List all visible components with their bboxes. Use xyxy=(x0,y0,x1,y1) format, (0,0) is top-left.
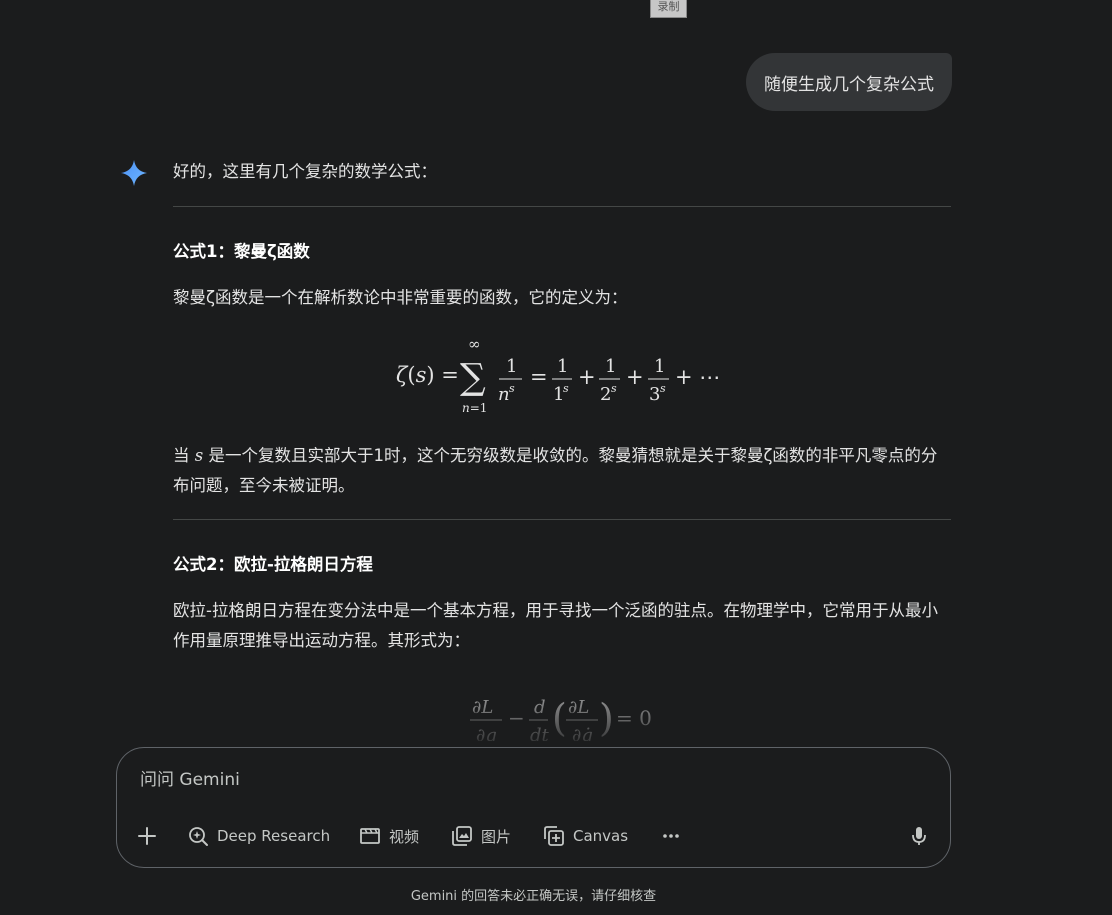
svg-text:∞: ∞ xyxy=(468,335,481,353)
riemann-zeta-formula: ζ(s) = ∞ ∑ n=1 1 n s = 1 1 s + 1 2 s + 1… xyxy=(173,313,951,441)
svg-text:+ ⋯: + ⋯ xyxy=(675,365,720,389)
svg-text:s: s xyxy=(611,382,617,395)
disclaimer-footer: Gemini 的回答未必正确无误，请仔细核查 xyxy=(410,889,657,904)
image-button[interactable]: 图片 xyxy=(451,822,511,850)
svg-text:1: 1 xyxy=(557,356,568,377)
user-message-text: 随便生成几个复杂公式 xyxy=(764,74,934,95)
svg-text:1: 1 xyxy=(605,356,616,377)
formula1-title: 公式1：黎曼ζ函数 xyxy=(173,242,310,261)
response-content: 好的，这里有几个复杂的数学公式： 公式1：黎曼ζ函数 黎曼ζ函数是一个在解析数论… xyxy=(173,157,951,741)
formula2-description: 欧拉-拉格朗日方程在变分法中是一个基本方程，用于寻找一个泛函的驻点。在物理学中，… xyxy=(173,601,938,650)
scroll-fade-overlay xyxy=(173,691,951,741)
svg-text:ζ(s) =: ζ(s) = xyxy=(396,363,459,387)
recording-badge: 录制 xyxy=(650,0,687,18)
video-icon xyxy=(360,828,380,844)
microphone-button[interactable] xyxy=(909,822,929,850)
svg-text:s: s xyxy=(660,382,666,395)
add-button[interactable] xyxy=(137,822,157,850)
prompt-input-box: Deep Research 视频 图片 Canvas xyxy=(116,747,951,868)
svg-text:s: s xyxy=(509,382,515,395)
svg-text:s: s xyxy=(563,382,569,395)
video-button[interactable]: 视频 xyxy=(359,822,419,850)
svg-text:+: + xyxy=(578,365,596,389)
prompt-input[interactable] xyxy=(138,766,902,794)
response-intro: 好的，这里有几个复杂的数学公式： xyxy=(173,162,437,181)
divider xyxy=(173,206,951,207)
gemini-sparkle-icon xyxy=(121,160,147,186)
video-label: 视频 xyxy=(389,827,420,846)
svg-text:=: = xyxy=(530,365,548,389)
deep-research-button[interactable]: Deep Research xyxy=(187,822,330,850)
image-icon xyxy=(452,826,472,846)
user-message-bubble: 随便生成几个复杂公式 xyxy=(746,53,952,111)
microphone-icon xyxy=(912,827,926,845)
svg-text:∑: ∑ xyxy=(460,357,486,398)
more-horizontal-icon xyxy=(663,834,679,838)
formula1-description: 黎曼ζ函数是一个在解析数论中非常重要的函数，它的定义为： xyxy=(173,288,628,307)
canvas-label: Canvas xyxy=(573,827,629,845)
canvas-button[interactable]: Canvas xyxy=(543,822,628,850)
svg-text:n: n xyxy=(498,384,510,405)
svg-text:n=1: n=1 xyxy=(462,401,487,415)
canvas-icon xyxy=(544,826,564,846)
deep-research-icon xyxy=(189,827,208,846)
deep-research-label: Deep Research xyxy=(217,827,331,845)
svg-text:3: 3 xyxy=(649,384,660,405)
divider xyxy=(173,519,951,520)
svg-text:2: 2 xyxy=(600,384,611,405)
formula2-title: 公式2：欧拉-拉格朗日方程 xyxy=(173,555,373,574)
more-button[interactable] xyxy=(661,822,681,850)
formula1-explanation: 当 s 是一个复数且实部大于1时，这个无穷级数是收敛的。黎曼猜想就是关于黎曼ζ函… xyxy=(173,446,938,495)
image-label: 图片 xyxy=(481,827,512,846)
euler-lagrange-formula-container: ∂L ∂q − d dt ( ∂L ∂q̇ ) = 0 xyxy=(173,691,951,741)
svg-text:+: + xyxy=(626,365,644,389)
svg-text:1: 1 xyxy=(506,356,517,377)
svg-text:1: 1 xyxy=(654,356,665,377)
plus-icon xyxy=(138,827,156,845)
